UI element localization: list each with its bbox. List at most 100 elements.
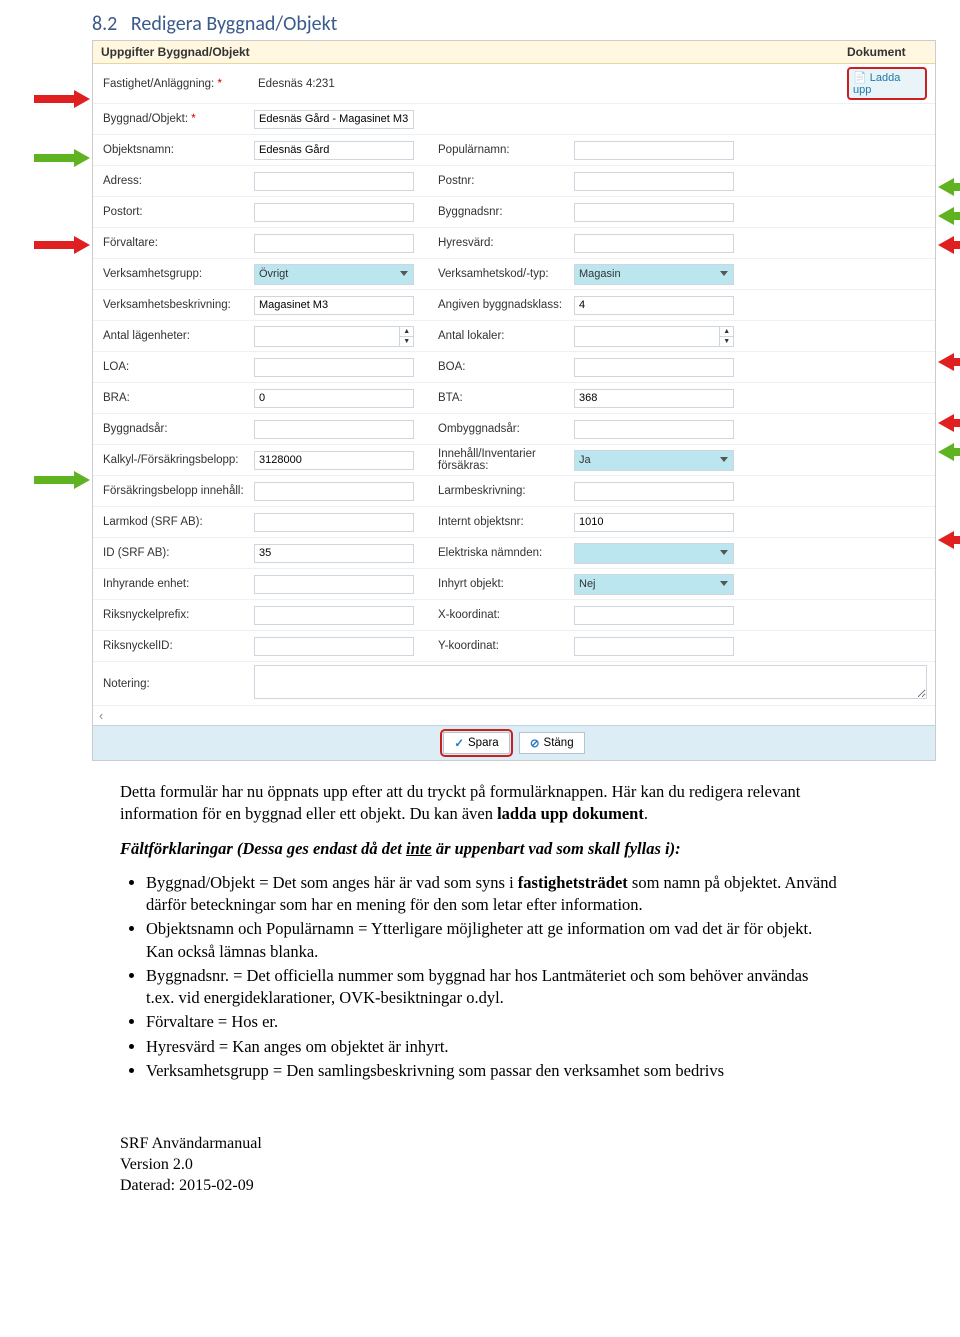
spin-down-icon[interactable]: ▼ [720, 337, 733, 346]
inhyr-input[interactable] [254, 575, 414, 594]
label-riksid: RiksnyckelID: [101, 640, 248, 652]
label-byggar: Byggnadsår: [101, 423, 248, 435]
upload-button[interactable]: 📄 Ladda upp [847, 67, 927, 100]
arrow-icon [34, 236, 90, 254]
ombyggar-input[interactable] [574, 420, 734, 439]
footer-line-3: Daterad: 2015-02-09 [120, 1176, 960, 1197]
list-item: Hyresvärd = Kan anges om objektet är inh… [146, 1036, 840, 1058]
label-idsrf: ID (SRF AB): [101, 547, 248, 559]
form-header: Uppgifter Byggnad/Objekt Dokument [93, 41, 935, 64]
instruction-text: Detta formulär har nu öppnats upp efter … [120, 781, 840, 1082]
arrow-icon [34, 471, 90, 489]
postnr-input[interactable] [574, 172, 734, 191]
antallok-stepper[interactable]: ▲▼ [574, 326, 734, 347]
forvaltare-input[interactable] [254, 234, 414, 253]
verkkod-select[interactable]: Magasin [574, 264, 734, 285]
arrow-icon [938, 353, 960, 371]
section-title: Redigera Byggnad/Objekt [131, 12, 337, 36]
arrow-icon [938, 531, 960, 549]
list-item: Byggnad/Objekt = Det som anges här är va… [146, 872, 840, 917]
p1-text: Detta formulär har nu öppnats upp efter … [120, 782, 800, 823]
save-label: Spara [468, 737, 499, 749]
elektr-select[interactable] [574, 543, 734, 564]
footer-line-2: Version 2.0 [120, 1155, 960, 1176]
close-button[interactable]: ⊘Stäng [519, 732, 585, 754]
label-bta: BTA: [420, 392, 568, 404]
label-loa: LOA: [101, 361, 248, 373]
innehall-select[interactable]: Ja [574, 450, 734, 471]
larmbeskr-input[interactable] [574, 482, 734, 501]
byggar-input[interactable] [254, 420, 414, 439]
label-postort: Postort: [101, 206, 248, 218]
page-footer: SRF Användarmanual Version 2.0 Daterad: … [120, 1134, 960, 1196]
label-postnr: Postnr: [420, 175, 568, 187]
check-icon: ✓ [454, 736, 464, 750]
upload-label: Ladda upp [853, 72, 900, 96]
label-forvaltare: Förvaltare: [101, 237, 248, 249]
forsinneh-input[interactable] [254, 482, 414, 501]
angivenklass-input[interactable] [574, 296, 734, 315]
postort-input[interactable] [254, 203, 414, 222]
label-inhyrtobj: Inhyrt objekt: [420, 578, 568, 590]
p2-text-b: är uppenbart vad som skall fyllas i): [432, 839, 681, 858]
chevron-down-icon [400, 271, 408, 276]
idsrf-input[interactable] [254, 544, 414, 563]
notering-input[interactable] [254, 665, 927, 699]
b1-text: Byggnad/Objekt = Det som anges här är va… [146, 873, 518, 892]
chevron-down-icon [720, 457, 728, 462]
verkbeskr-input[interactable] [254, 296, 414, 315]
label-kalkyl: Kalkyl-/Försäkringsbelopp: [101, 454, 248, 466]
verkgrupp-select[interactable]: Övrigt [254, 264, 414, 285]
verkgrupp-value: Övrigt [259, 268, 288, 280]
label-popnamn: Populärnamn: [420, 144, 568, 156]
arrow-icon [938, 236, 960, 254]
form-header-left: Uppgifter Byggnad/Objekt [93, 41, 839, 63]
required-marker: * [191, 113, 195, 125]
label-elektr: Elektriska nämnden: [420, 547, 568, 559]
loa-input[interactable] [254, 358, 414, 377]
rikpref-input[interactable] [254, 606, 414, 625]
arrow-icon [938, 207, 960, 225]
byggnad-input[interactable] [254, 110, 414, 129]
list-item: Objektsnamn och Populärnamn = Ytterligar… [146, 918, 840, 963]
chevron-down-icon [720, 581, 728, 586]
arrow-icon [34, 149, 90, 167]
label-boa: BOA: [420, 361, 568, 373]
label-verkgrupp: Verksamhetsgrupp: [101, 268, 248, 280]
spin-down-icon[interactable]: ▼ [400, 337, 413, 346]
label-larmbeskr: Larmbeskrivning: [420, 485, 568, 497]
save-button[interactable]: ✓ Spara [443, 732, 509, 754]
label-interntobj: Internt objektsnr: [420, 516, 568, 528]
bta-input[interactable] [574, 389, 734, 408]
scroll-left-icon[interactable]: ‹ [93, 706, 935, 725]
list-item: Förvaltare = Hos er. [146, 1011, 840, 1033]
boa-input[interactable] [574, 358, 734, 377]
label-xkoord: X-koordinat: [420, 609, 568, 621]
bra-input[interactable] [254, 389, 414, 408]
adress-input[interactable] [254, 172, 414, 191]
spin-up-icon[interactable]: ▲ [720, 327, 733, 337]
section-heading: 8.2 Redigera Byggnad/Objekt [0, 0, 960, 40]
popnamn-input[interactable] [574, 141, 734, 160]
form-header-right: Dokument [839, 41, 935, 63]
byggnadsnr-input[interactable] [574, 203, 734, 222]
hyresvard-input[interactable] [574, 234, 734, 253]
label-adress: Adress: [101, 175, 248, 187]
objektsnamn-input[interactable] [254, 141, 414, 160]
kalkyl-input[interactable] [254, 451, 414, 470]
spin-up-icon[interactable]: ▲ [400, 327, 413, 337]
xkoord-input[interactable] [574, 606, 734, 625]
cancel-icon: ⊘ [530, 736, 540, 750]
label-objektsnamn: Objektsnamn: [101, 144, 248, 156]
label-forsinneh: Försäkringsbelopp innehåll: [101, 485, 248, 497]
riksid-input[interactable] [254, 637, 414, 656]
inhyrtobj-value: Nej [579, 578, 596, 590]
required-marker: * [217, 78, 221, 90]
antallag-stepper[interactable]: ▲▼ [254, 326, 414, 347]
interntobj-input[interactable] [574, 513, 734, 532]
inhyrtobj-select[interactable]: Nej [574, 574, 734, 595]
arrow-icon [938, 178, 960, 196]
ykoord-input[interactable] [574, 637, 734, 656]
larmkod-input[interactable] [254, 513, 414, 532]
label-hyresvard: Hyresvärd: [420, 237, 568, 249]
